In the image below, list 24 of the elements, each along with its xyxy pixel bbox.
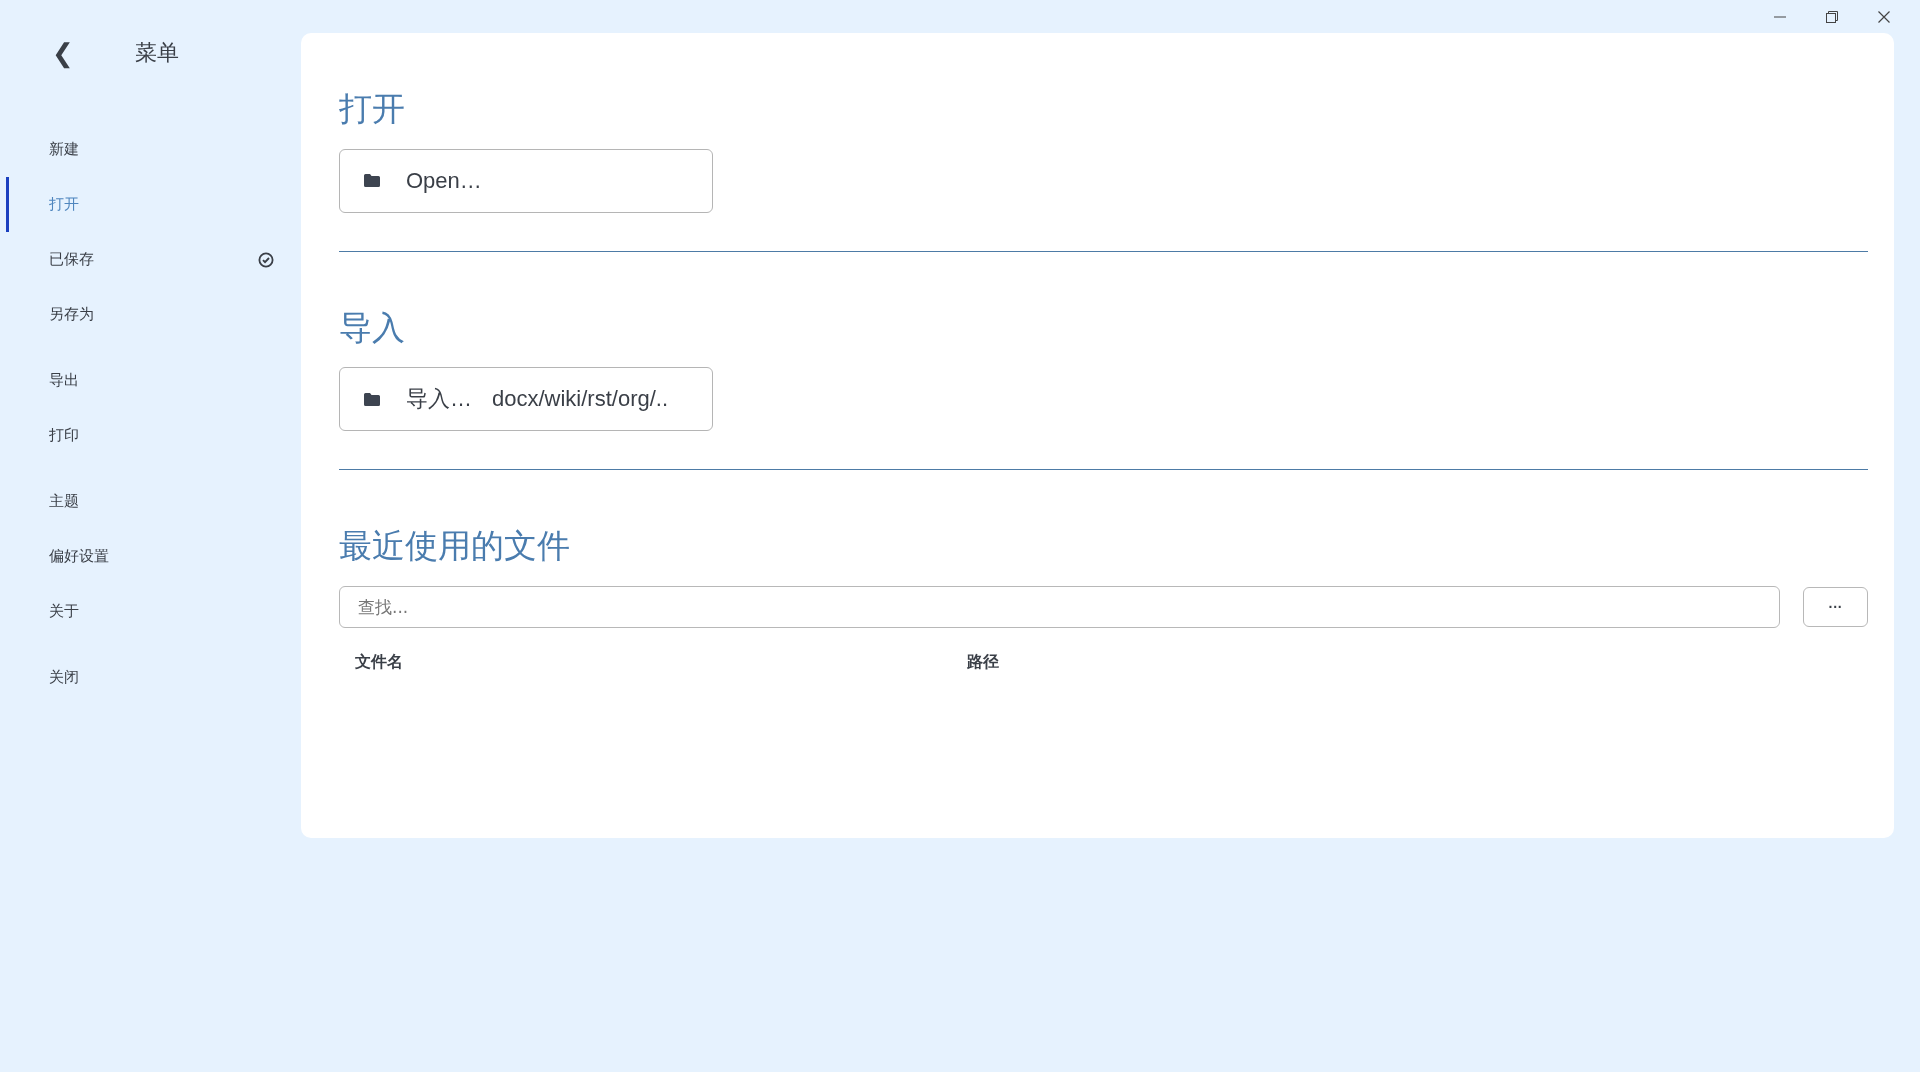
section-heading: 导入 (339, 307, 406, 348)
menu-item[interactable]: 关闭 (6, 650, 301, 705)
menu-item[interactable]: 导出 (6, 353, 301, 408)
menu-item[interactable]: 另存为 (6, 287, 301, 342)
menu-item[interactable]: 主题 (6, 474, 301, 529)
folder-icon (364, 392, 380, 406)
check-circle-icon (258, 251, 274, 268)
more-button[interactable]: ··· (1803, 586, 1868, 627)
menu-item[interactable]: 偏好设置 (6, 529, 301, 584)
folder-icon (364, 174, 380, 188)
menu-item[interactable]: 打印 (6, 408, 301, 463)
search-field[interactable]: 查找... (339, 585, 1780, 628)
file-button[interactable]: Open… (339, 148, 713, 213)
column-header: 文件名 (355, 651, 404, 673)
menu-item[interactable]: 已保存 (6, 232, 301, 287)
menu-item[interactable]: 新建 (6, 122, 301, 177)
menu-title: 菜单 (135, 39, 179, 67)
file-button[interactable]: 导入… docx/wiki/rst/org/.. (339, 367, 713, 432)
column-header: 路径 (967, 651, 1000, 673)
section-heading: 打开 (339, 89, 406, 129)
restore-icon[interactable] (1825, 9, 1839, 24)
menu-item[interactable]: 关于 (6, 584, 301, 639)
close-icon[interactable] (1877, 9, 1891, 24)
section-heading: 最近使用的文件 (339, 526, 571, 566)
